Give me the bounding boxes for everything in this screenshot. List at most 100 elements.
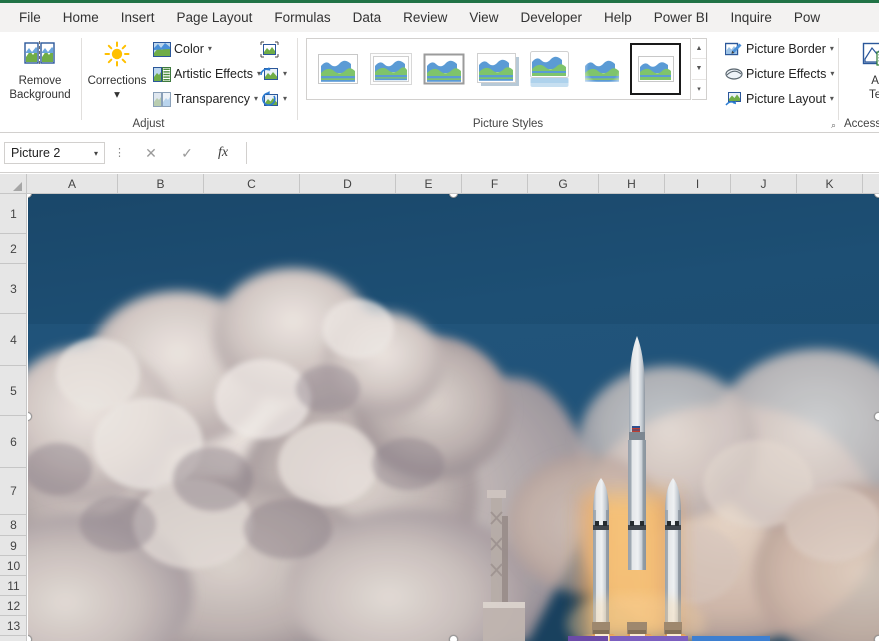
picture-border-button[interactable]: Picture Border ▾ xyxy=(722,38,836,60)
sheet-tab-1[interactable] xyxy=(568,636,608,641)
row-header-11[interactable]: 11 xyxy=(0,576,27,596)
tab-insert[interactable]: Insert xyxy=(110,4,166,32)
picture-styles-scroll-up-icon[interactable]: ▲ xyxy=(692,39,706,60)
tab-data[interactable]: Data xyxy=(342,4,393,32)
tab-view[interactable]: View xyxy=(458,4,509,32)
row-header-4[interactable]: 4 xyxy=(0,314,27,366)
corrections-button[interactable]: Corrections ▾ xyxy=(84,36,150,102)
remove-background-button[interactable]: Remove Background xyxy=(4,36,76,102)
picture-style-beveled-matte-white[interactable] xyxy=(365,43,416,95)
tab-power-pivot[interactable]: Pow xyxy=(783,4,831,32)
picture-style-metal-frame[interactable] xyxy=(418,43,469,95)
compress-pictures-button[interactable] xyxy=(260,38,282,60)
sheet-tab-3[interactable] xyxy=(692,636,770,641)
tab-page-layout[interactable]: Page Layout xyxy=(166,4,264,32)
row-header-3[interactable]: 3 xyxy=(0,264,27,314)
column-header-d[interactable]: D xyxy=(300,174,396,194)
change-picture-icon xyxy=(260,66,278,80)
excel-window: File Home Insert Page Layout Formulas Da… xyxy=(0,0,879,641)
change-picture-button[interactable]: ▾ xyxy=(260,63,294,85)
picture-layout-label: Picture Layout xyxy=(746,92,826,106)
tab-help[interactable]: Help xyxy=(593,4,643,32)
column-header-e[interactable]: E xyxy=(396,174,462,194)
corrections-sun-icon xyxy=(84,40,150,74)
change-picture-chevron-down-icon[interactable]: ▾ xyxy=(283,66,287,82)
column-header-i[interactable]: I xyxy=(665,174,731,194)
group-divider xyxy=(838,38,839,120)
picture-style-simple-frame-white[interactable] xyxy=(312,43,363,95)
tab-file[interactable]: File xyxy=(8,4,52,32)
picture-styles-scroll-down-icon[interactable]: ▼ xyxy=(692,59,706,80)
picture-style-double-frame-black[interactable] xyxy=(630,43,681,95)
column-header-k[interactable]: K xyxy=(797,174,863,194)
tab-developer[interactable]: Developer xyxy=(509,4,593,32)
row-header-12[interactable]: 12 xyxy=(0,596,27,616)
picture-layout-button[interactable]: Picture Layout ▾ xyxy=(722,88,836,110)
color-label: Color xyxy=(174,42,204,56)
corrections-chevron-down-icon[interactable]: ▾ xyxy=(84,88,150,102)
tab-review[interactable]: Review xyxy=(392,4,458,32)
picture-styles-dialog-launcher[interactable]: ⌕ xyxy=(831,120,836,131)
row-header-9[interactable]: 9 xyxy=(0,536,27,556)
formula-input[interactable] xyxy=(246,142,879,164)
worksheet-grid: A B C D E F G H I J K 1 2 3 4 5 6 7 8 9 … xyxy=(0,174,879,641)
transparency-chevron-down-icon[interactable]: ▾ xyxy=(254,91,258,107)
cancel-formula-button[interactable]: ✕ xyxy=(133,142,169,164)
color-chevron-down-icon[interactable]: ▾ xyxy=(208,41,212,57)
picture-style-drop-shadow-rectangle[interactable] xyxy=(471,43,522,95)
picture-styles-group-label: Picture Styles xyxy=(472,118,544,130)
insert-function-button[interactable]: fx xyxy=(205,142,241,164)
row-header-6[interactable]: 6 xyxy=(0,416,27,468)
picture-effects-label: Picture Effects xyxy=(746,67,827,81)
picture-layout-chevron-down-icon[interactable]: ▾ xyxy=(830,91,834,107)
picture-effects-button[interactable]: Picture Effects ▾ xyxy=(722,63,836,85)
column-header-h[interactable]: H xyxy=(599,174,665,194)
reset-picture-chevron-down-icon[interactable]: ▾ xyxy=(283,91,287,107)
alt-text-button[interactable]: Alt Tex xyxy=(854,36,879,102)
ribbon-group-accessibility: Alt Tex Accessibi xyxy=(840,32,879,132)
column-header-c[interactable]: C xyxy=(204,174,300,194)
name-box-chevron-down-icon[interactable]: ▾ xyxy=(94,149,98,158)
cell-area[interactable] xyxy=(28,194,879,641)
picture-border-icon xyxy=(724,40,743,59)
picture-object-falcon-heavy[interactable] xyxy=(28,194,879,641)
picture-effects-chevron-down-icon[interactable]: ▾ xyxy=(830,66,834,82)
row-header-7[interactable]: 7 xyxy=(0,468,27,515)
column-header-j[interactable]: J xyxy=(731,174,797,194)
select-all-corner-button[interactable] xyxy=(0,174,27,194)
row-header-10[interactable]: 10 xyxy=(0,556,27,576)
remove-background-label-1: Remove xyxy=(18,75,62,87)
name-box[interactable]: Picture 2 ▾ xyxy=(4,142,105,164)
row-header-5[interactable]: 5 xyxy=(0,366,27,416)
picture-styles-more-icon[interactable]: ▾ xyxy=(692,80,706,99)
picture-handle-middle-right[interactable] xyxy=(874,412,879,421)
tab-power-bi[interactable]: Power BI xyxy=(643,4,720,32)
column-header-b[interactable]: B xyxy=(118,174,204,194)
column-header-a[interactable]: A xyxy=(27,174,118,194)
reset-picture-button[interactable]: ▾ xyxy=(260,88,294,110)
transparency-button[interactable]: Transparency ▾ xyxy=(150,88,260,110)
row-header-1[interactable]: 1 xyxy=(0,194,27,234)
column-header-g[interactable]: G xyxy=(528,174,599,194)
picture-border-chevron-down-icon[interactable]: ▾ xyxy=(830,41,834,57)
tab-home[interactable]: Home xyxy=(52,4,110,32)
formula-bar-overflow-icon[interactable]: ⋮ xyxy=(114,147,125,159)
picture-styles-gallery[interactable] xyxy=(306,38,691,100)
color-button[interactable]: Color ▾ xyxy=(150,38,214,60)
row-header-8[interactable]: 8 xyxy=(0,515,27,536)
ribbon-tab-strip: File Home Insert Page Layout Formulas Da… xyxy=(0,3,879,32)
tab-inquire[interactable]: Inquire xyxy=(720,4,783,32)
sheet-tab-2[interactable] xyxy=(610,636,688,641)
alt-text-icon xyxy=(854,40,879,74)
row-header-column: 1 2 3 4 5 6 7 8 9 10 11 12 13 14 xyxy=(0,194,27,641)
picture-style-soft-edge-rectangle[interactable] xyxy=(577,43,628,95)
group-divider xyxy=(81,38,82,120)
row-header-13[interactable]: 13 xyxy=(0,616,27,636)
enter-formula-button[interactable]: ✓ xyxy=(169,142,205,164)
artistic-effects-button[interactable]: Artistic Effects ▾ xyxy=(150,63,263,85)
picture-styles-scrollbar[interactable]: ▲ ▼ ▾ xyxy=(692,38,707,100)
picture-style-reflected-rounded-rectangle[interactable] xyxy=(524,43,575,95)
column-header-f[interactable]: F xyxy=(462,174,528,194)
row-header-2[interactable]: 2 xyxy=(0,234,27,264)
tab-formulas[interactable]: Formulas xyxy=(263,4,341,32)
